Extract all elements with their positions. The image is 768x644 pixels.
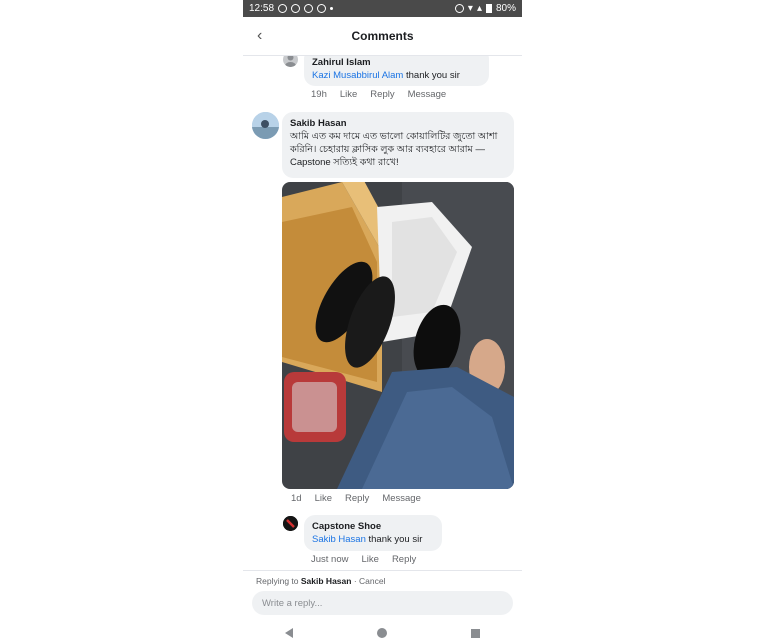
messenger-icon [291,4,301,13]
battery-percent: 80% [495,3,516,14]
nav-recents-icon[interactable] [471,628,480,638]
nav-home-icon[interactable] [377,628,387,638]
comment-time: 1d [291,493,302,504]
comment-bubble: Capstone Shoe Sakib Hasan thank you sir [304,515,442,551]
avatar[interactable] [283,516,298,531]
cancel-reply-link[interactable]: · Cancel [351,576,386,586]
status-time: 12:58 [249,3,275,14]
more-notifications-icon [330,7,334,10]
avatar[interactable] [252,112,279,139]
message-button[interactable]: Message [408,89,447,100]
comments-list[interactable]: Zahirul Islam Kazi Musabbirul Alam thank… [243,56,522,570]
reply-input[interactable] [252,591,513,615]
comment-bubble: Sakib Hasan আমি এত কম দামে এত ভালো কোয়া… [282,112,514,178]
avatar[interactable] [283,56,298,67]
comment-time: 19h [311,89,327,100]
comment-time: Just now [311,554,349,565]
wifi-icon: ▾ [467,3,473,14]
reply-button[interactable]: Reply [370,89,394,100]
comment-text: Kazi Musabbirul Alam thank you sir [312,70,460,81]
notification-icon [304,4,314,13]
comment-actions: 1d Like Reply Message [291,493,421,504]
comment-bubble: Zahirul Islam Kazi Musabbirul Alam thank… [304,56,489,86]
system-nav-bar [243,622,522,644]
whatsapp-icon [278,4,288,13]
comment-text: আমি এত কম দামে এত ভালো কোয়ালিটির জুতো আ… [290,131,498,168]
like-button[interactable]: Like [340,89,357,100]
mention-link[interactable]: Kazi Musabbirul Alam [312,70,403,81]
battery-icon [485,4,492,13]
message-button[interactable]: Message [382,493,421,504]
comment-photo[interactable] [282,182,514,489]
comment-author[interactable]: Sakib Hasan [290,117,506,130]
comment-author[interactable]: Capstone Shoe [312,520,434,533]
alarm-icon [454,4,464,13]
reply-bar: Replying to Sakib Hasan · Cancel [243,570,522,621]
reply-button[interactable]: Reply [392,554,416,565]
header: ‹ Comments [243,17,522,56]
comment-actions: Just now Like Reply [311,554,416,565]
phone-screen: 12:58 ▾ ▴ 80% ‹ Comments Zahirul Islam K… [243,0,522,644]
nav-back-icon[interactable] [285,628,293,638]
status-bar: 12:58 ▾ ▴ 80% [243,0,522,17]
page-title: Comments [351,29,414,43]
comment-author[interactable]: Zahirul Islam [312,56,481,69]
comment-actions: 19h Like Reply Message [311,89,446,100]
like-button[interactable]: Like [362,554,379,565]
signal-icon: ▴ [476,3,482,14]
replying-to-label: Replying to Sakib Hasan · Cancel [256,576,386,586]
comment-text: Sakib Hasan thank you sir [312,534,423,545]
like-button[interactable]: Like [315,493,332,504]
notification-icon [317,4,327,13]
mention-link[interactable]: Sakib Hasan [312,534,366,545]
reply-button[interactable]: Reply [345,493,369,504]
reply-target: Sakib Hasan [300,576,352,586]
